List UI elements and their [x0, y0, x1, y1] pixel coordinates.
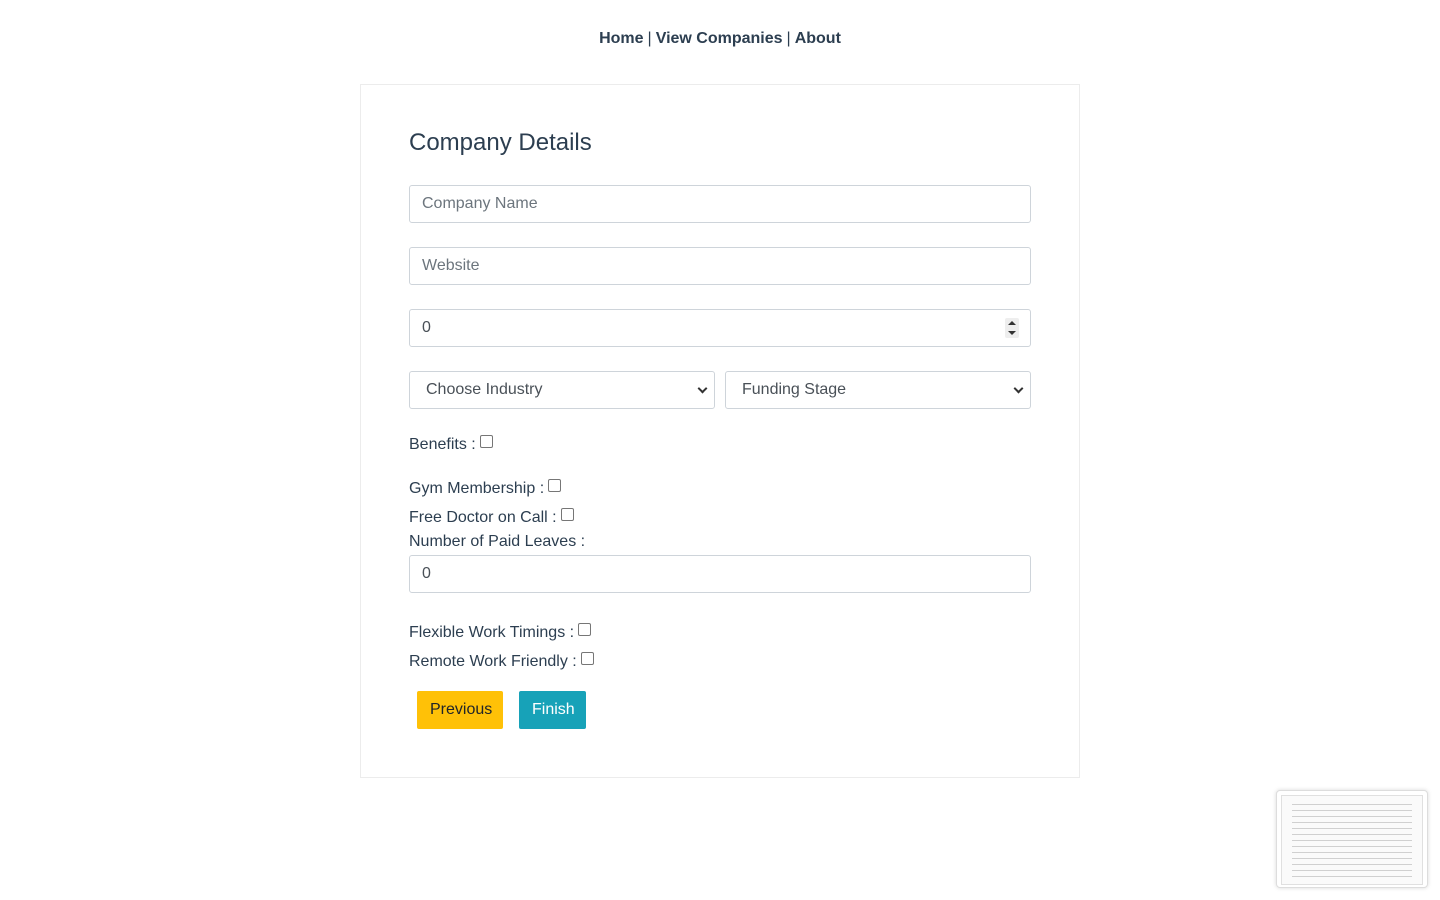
- company-name-input[interactable]: [409, 185, 1031, 223]
- stepper-down-icon[interactable]: [1008, 331, 1016, 335]
- benefits-checkbox[interactable]: [479, 435, 493, 448]
- flexible-row: Flexible Work Timings :: [409, 623, 592, 642]
- thumbnail-line: [1292, 864, 1412, 865]
- finish-button[interactable]: Finish: [519, 691, 586, 729]
- industry-select[interactable]: Choose Industry: [409, 371, 715, 409]
- remote-row: Remote Work Friendly :: [409, 652, 594, 671]
- paid-leaves-input[interactable]: [409, 555, 1031, 593]
- thumbnail-line: [1292, 876, 1412, 877]
- chevron-down-icon: [1013, 383, 1024, 394]
- thumbnail-line: [1292, 834, 1412, 835]
- benefits-row: Benefits :: [409, 435, 493, 454]
- thumbnail-line: [1292, 810, 1412, 811]
- thumbnail-line: [1292, 840, 1412, 841]
- industry-select-value: Choose Industry: [426, 381, 543, 398]
- free-doctor-checkbox[interactable]: [560, 508, 574, 521]
- remote-friendly-label: Remote Work Friendly :: [409, 653, 577, 670]
- chevron-down-icon: [697, 383, 708, 394]
- thumbnail-line: [1292, 816, 1412, 817]
- flexible-timings-checkbox[interactable]: [578, 623, 592, 636]
- gym-membership-checkbox[interactable]: [548, 479, 562, 492]
- thumbnail-line: [1292, 858, 1412, 859]
- flexible-timings-label: Flexible Work Timings :: [409, 624, 575, 641]
- doctor-row: Free Doctor on Call :: [409, 508, 574, 527]
- funding-stage-select[interactable]: Funding Stage: [725, 371, 1031, 409]
- number-stepper[interactable]: [1005, 318, 1019, 338]
- remote-friendly-checkbox[interactable]: [580, 652, 594, 665]
- thumbnail-line: [1292, 828, 1412, 829]
- gym-row: Gym Membership :: [409, 479, 562, 498]
- thumbnail-line: [1292, 822, 1412, 823]
- gym-membership-label: Gym Membership :: [409, 480, 545, 497]
- nav-home-link[interactable]: Home: [599, 30, 643, 47]
- thumbnail-line: [1292, 804, 1412, 805]
- nav-view-companies-link[interactable]: View Companies: [656, 30, 783, 47]
- nav-about-link[interactable]: About: [795, 30, 841, 47]
- website-input[interactable]: [409, 247, 1031, 285]
- thumbnail-line: [1292, 846, 1412, 847]
- paid-leaves-label: Number of Paid Leaves :: [409, 533, 586, 550]
- nav-separator: |: [786, 30, 791, 47]
- funding-stage-select-value: Funding Stage: [742, 381, 847, 398]
- stepper-up-icon[interactable]: [1008, 321, 1016, 325]
- thumbnail-image: [1281, 795, 1423, 885]
- nav-separator: |: [647, 30, 652, 47]
- free-doctor-label: Free Doctor on Call :: [409, 509, 557, 526]
- thumbnail-line: [1292, 870, 1412, 871]
- company-details-card: Company Details Choose Industry Funding …: [360, 84, 1080, 778]
- employees-number-field: [409, 309, 1031, 347]
- previous-button[interactable]: Previous: [417, 691, 503, 729]
- top-nav: Home | View Companies | About: [0, 30, 1440, 48]
- benefits-label: Benefits :: [409, 436, 476, 453]
- employees-input[interactable]: [409, 309, 1031, 347]
- page-thumbnail-preview[interactable]: [1276, 790, 1428, 888]
- thumbnail-line: [1292, 852, 1412, 853]
- page-title: Company Details: [409, 129, 592, 156]
